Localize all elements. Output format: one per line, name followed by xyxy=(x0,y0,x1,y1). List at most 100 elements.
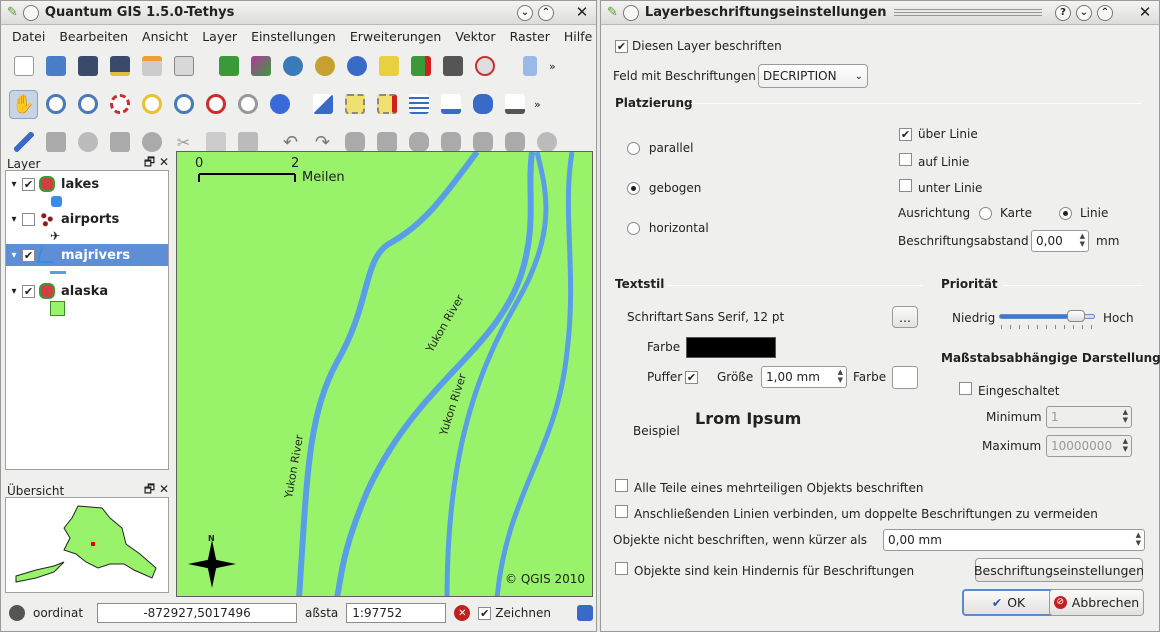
orientation-line-option[interactable]: Linie xyxy=(1059,206,1108,220)
menu-bearbeiten[interactable]: Bearbeiten xyxy=(52,29,135,44)
add-postgis-layer-button[interactable] xyxy=(278,52,307,81)
identify-button[interactable] xyxy=(308,90,337,119)
radio-parallel[interactable] xyxy=(627,142,640,155)
attribute-table-button[interactable] xyxy=(404,90,433,119)
toolbar-overflow-icon[interactable]: » xyxy=(534,98,541,111)
below-line-checkbox[interactable] xyxy=(899,179,912,192)
coordinate-field[interactable]: -872927,5017496 xyxy=(97,603,298,623)
opt-parts-checkbox[interactable] xyxy=(615,479,628,492)
menu-erweiterungen[interactable]: Erweiterungen xyxy=(343,29,449,44)
save-as-button[interactable] xyxy=(105,52,134,81)
layer-visibility-checkbox[interactable]: ✔ xyxy=(22,248,35,262)
spin-arrows-icon[interactable]: ▲ ▼ xyxy=(1080,232,1085,248)
gps-button[interactable] xyxy=(470,52,499,81)
placement-parallel-option[interactable]: parallel xyxy=(627,141,693,155)
menu-einstellungen[interactable]: Einstellungen xyxy=(244,29,343,44)
zoom-in-button[interactable] xyxy=(41,90,70,119)
select-features-button[interactable] xyxy=(340,90,369,119)
maximize-button[interactable]: ⌃ xyxy=(538,4,554,21)
spin-arrows-icon[interactable]: ▲ ▼ xyxy=(1123,408,1128,424)
engine-settings-button[interactable]: Beschriftungseinstellungen xyxy=(974,558,1144,582)
menu-datei[interactable]: Datei xyxy=(5,29,52,44)
cancel-button[interactable]: ⊘ Abbrechen xyxy=(1049,589,1144,616)
add-spatialite-layer-button[interactable] xyxy=(310,52,339,81)
add-raster-layer-button[interactable] xyxy=(246,52,275,81)
spin-arrows-icon[interactable]: ▲ ▼ xyxy=(1136,531,1141,547)
layer-item-majrivers[interactable]: ▾ ✔ majrivers xyxy=(6,244,168,266)
measure-area-button[interactable] xyxy=(468,90,497,119)
maximize-button[interactable]: ⌃ xyxy=(1097,4,1113,21)
menu-hilfe[interactable]: Hilfe xyxy=(557,29,599,44)
stop-render-icon[interactable]: ✕ xyxy=(454,605,471,621)
print-composer-button[interactable] xyxy=(137,52,166,81)
buffer-size-spinbox[interactable]: 1,00 mm ▲ ▼ xyxy=(761,366,847,388)
minimize-button[interactable]: ⌄ xyxy=(517,4,533,21)
menu-vektor[interactable]: Vektor xyxy=(448,29,502,44)
below-line-option[interactable]: unter Linie xyxy=(899,179,982,195)
zoom-full-button[interactable] xyxy=(105,90,134,119)
scale-enabled-checkbox[interactable] xyxy=(959,382,972,395)
overview-map[interactable] xyxy=(5,497,169,593)
toolbar-overflow-icon[interactable]: » xyxy=(549,60,556,73)
ok-button[interactable]: ✔ OK xyxy=(962,589,1055,616)
projection-icon[interactable] xyxy=(577,605,593,621)
min-scale-spinbox[interactable]: 1 ▲ ▼ xyxy=(1046,406,1132,428)
add-vector-layer-button[interactable] xyxy=(214,52,243,81)
opt-merge-checkbox[interactable] xyxy=(615,505,628,518)
layer-item-alaska[interactable]: ▾ ✔ alaska xyxy=(6,280,168,302)
zoom-out-button[interactable] xyxy=(73,90,102,119)
window-menu-button[interactable] xyxy=(622,4,639,21)
close-panel-icon[interactable]: ✕ xyxy=(159,482,169,496)
expand-arrow-icon[interactable]: ▾ xyxy=(6,179,22,190)
radio-curved[interactable] xyxy=(627,182,640,195)
help-button[interactable]: ? xyxy=(1055,4,1071,21)
placement-horizontal-option[interactable]: horizontal xyxy=(627,221,709,235)
scale-enabled-option[interactable]: Eingeschaltet xyxy=(959,382,1059,398)
float-panel-icon[interactable]: 🗗 xyxy=(144,482,155,496)
opt-merge-option[interactable]: Anschließenden Linien verbinden, um dopp… xyxy=(615,505,1098,521)
open-project-button[interactable] xyxy=(41,52,70,81)
layer-item-lakes[interactable]: ▾ ✔ lakes xyxy=(6,173,168,195)
zoom-next-button[interactable] xyxy=(233,90,262,119)
on-line-option[interactable]: auf Linie xyxy=(899,153,969,169)
add-wfs-layer-button[interactable] xyxy=(438,52,467,81)
measure-line-button[interactable] xyxy=(436,90,465,119)
distance-spinbox[interactable]: 0,00 ▲ ▼ xyxy=(1031,230,1089,252)
layer-item-airports[interactable]: ▾ airports xyxy=(6,208,168,230)
min-length-spinbox[interactable]: 0,00 mm ▲ ▼ xyxy=(883,529,1145,551)
expand-arrow-icon[interactable]: ▾ xyxy=(6,286,22,297)
add-wms-layer-button[interactable] xyxy=(342,52,371,81)
above-line-checkbox[interactable]: ✔ xyxy=(899,128,912,141)
buffer-checkbox[interactable]: ✔ xyxy=(685,371,698,384)
label-layer-checkbox[interactable]: ✔ xyxy=(615,40,628,53)
expand-arrow-icon[interactable]: ▾ xyxy=(6,250,22,261)
render-checkbox[interactable]: ✔ xyxy=(478,606,492,620)
max-scale-spinbox[interactable]: 10000000 ▲ ▼ xyxy=(1046,435,1132,457)
float-panel-icon[interactable]: 🗗 xyxy=(144,155,155,169)
close-window-button[interactable]: ✕ xyxy=(574,4,590,21)
menu-layer[interactable]: Layer xyxy=(195,29,244,44)
minimize-button[interactable]: ⌄ xyxy=(1076,4,1092,21)
zoom-layer-button[interactable] xyxy=(169,90,198,119)
above-line-option[interactable]: ✔ über Linie xyxy=(899,127,978,141)
layer-visibility-checkbox[interactable]: ✔ xyxy=(22,177,35,191)
radio-orientation-map[interactable] xyxy=(979,207,992,220)
zoom-last-button[interactable] xyxy=(201,90,230,119)
remove-layer-button[interactable] xyxy=(406,52,435,81)
expand-arrow-icon[interactable]: ▾ xyxy=(6,214,22,225)
label-layer-option[interactable]: ✔ Diesen Layer beschriften xyxy=(615,39,782,53)
menu-raster[interactable]: Raster xyxy=(503,29,557,44)
font-picker-button[interactable]: ... xyxy=(892,306,918,328)
priority-slider[interactable] xyxy=(999,310,1095,322)
help-book-button[interactable] xyxy=(515,52,544,81)
close-dialog-button[interactable]: ✕ xyxy=(1137,4,1153,21)
menu-ansicht[interactable]: Ansicht xyxy=(135,29,195,44)
spin-arrows-icon[interactable]: ▲ ▼ xyxy=(1123,437,1128,453)
zoom-selection-button[interactable] xyxy=(137,90,166,119)
new-vector-layer-button[interactable] xyxy=(374,52,403,81)
deselect-button[interactable] xyxy=(372,90,401,119)
on-line-checkbox[interactable] xyxy=(899,153,912,166)
orientation-map-option[interactable]: Karte xyxy=(979,206,1032,220)
refresh-button[interactable] xyxy=(265,90,294,119)
radio-orientation-line[interactable] xyxy=(1059,207,1072,220)
